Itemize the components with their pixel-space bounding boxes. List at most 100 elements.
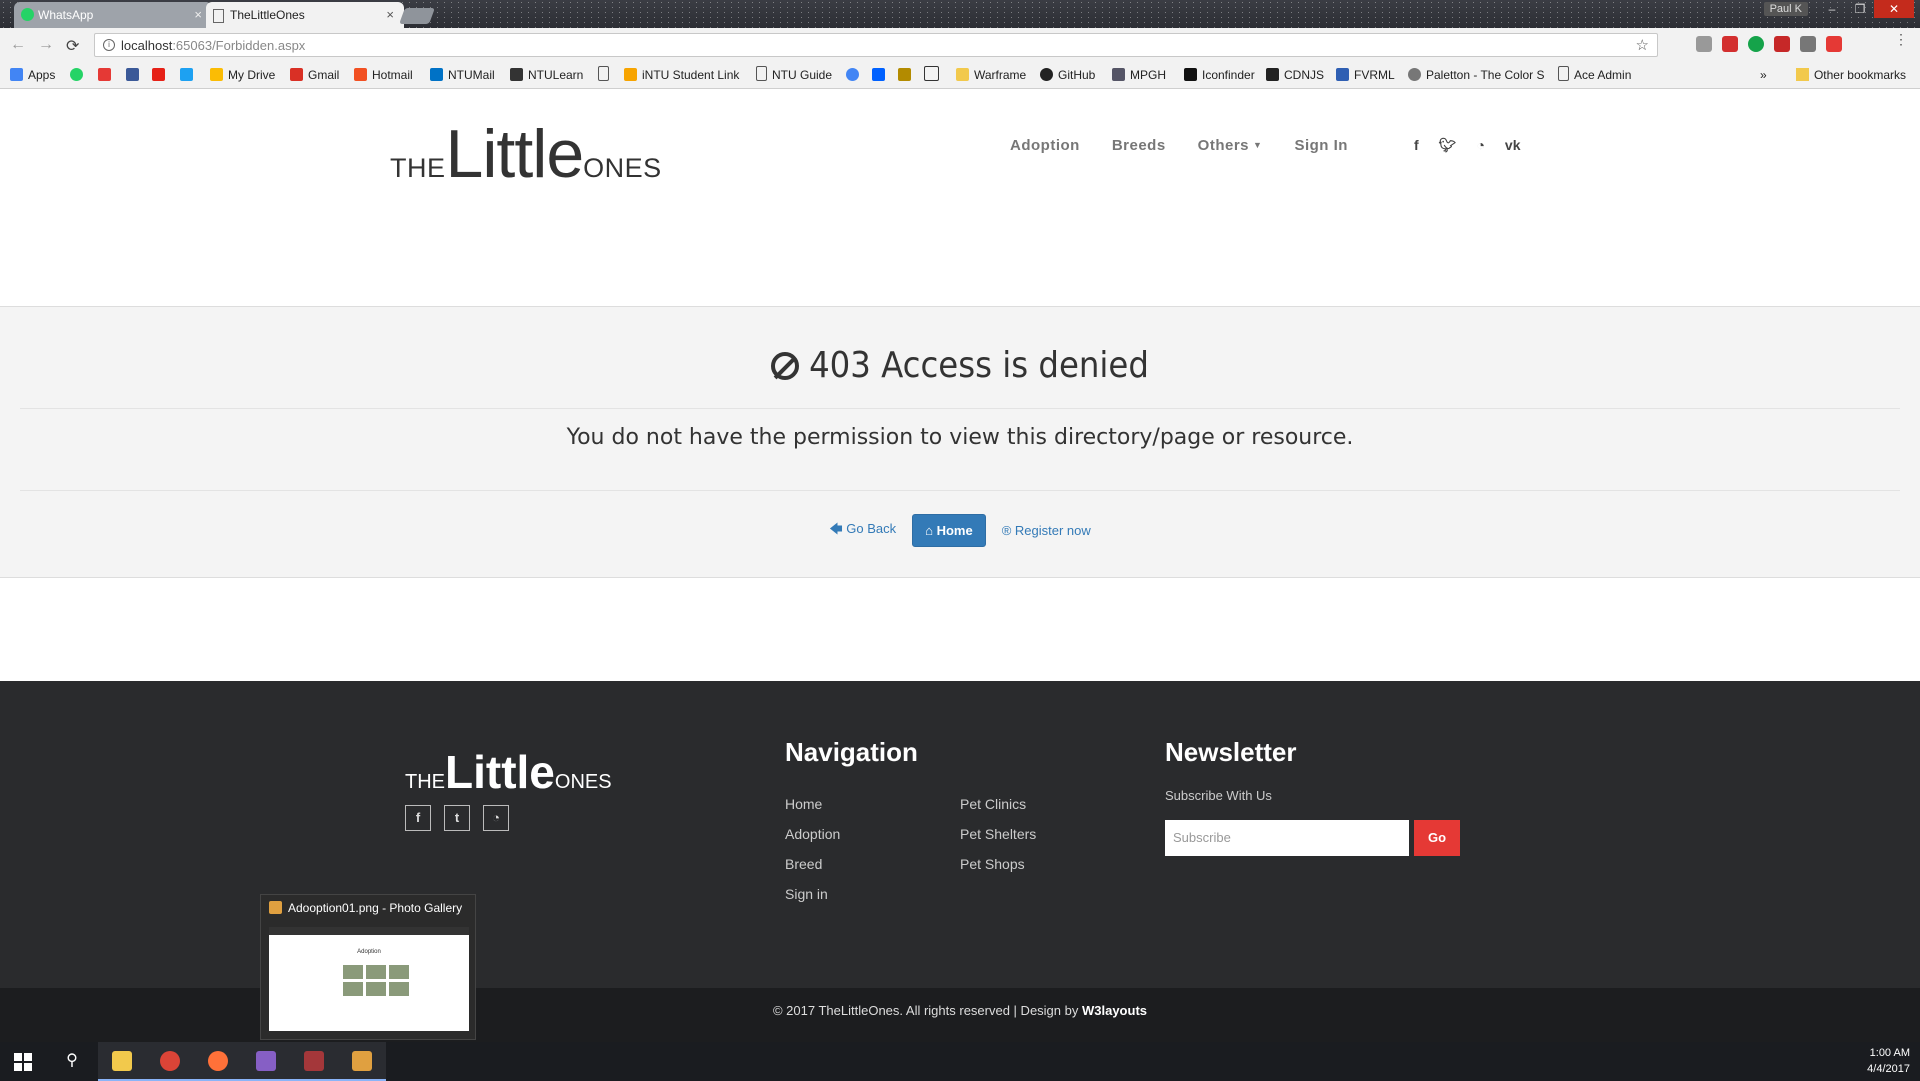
nav-breeds[interactable]: Breeds [1112, 137, 1166, 154]
caret-down-icon: ▼ [1253, 140, 1263, 150]
info-icon[interactable]: i [103, 39, 115, 51]
twitter-icon [180, 68, 193, 81]
footer-link-adoption[interactable]: Adoption [785, 826, 840, 856]
close-window-icon[interactable]: ✕ [1874, 0, 1914, 18]
close-icon[interactable]: × [194, 2, 202, 28]
footer-social-links: f t ◔ [405, 805, 509, 831]
bookmarks-overflow-button[interactable]: » [1760, 66, 1767, 84]
bookmark-monitor[interactable] [924, 66, 944, 84]
subscribe-input[interactable]: Subscribe [1165, 820, 1409, 856]
bookmark-hotmail[interactable]: Hotmail [354, 66, 413, 84]
taskbar-file-explorer[interactable] [98, 1042, 146, 1081]
bookmark-iconfinder[interactable]: Iconfinder [1184, 66, 1255, 84]
footer-logo[interactable]: THELittleONES [405, 745, 612, 799]
close-icon[interactable]: × [386, 2, 394, 28]
tab-whatsapp[interactable]: WhatsApp × [14, 2, 212, 28]
system-clock[interactable]: 1:00 AM 4/4/2017 [1867, 1045, 1910, 1077]
vk-icon[interactable]: vk [1505, 137, 1521, 154]
footer-link-sign-in[interactable]: Sign in [785, 886, 840, 916]
forward-icon[interactable]: → [38, 36, 54, 54]
taskbar-chrome[interactable] [146, 1042, 194, 1081]
bookmark-star-icon[interactable]: ☆ [1636, 34, 1649, 58]
bookmark-warframe[interactable]: Warframe [956, 66, 1026, 84]
adblock-icon[interactable] [1774, 36, 1790, 52]
bookmark-ntulearn[interactable]: NTULearn [510, 66, 583, 84]
bookmark-whatsapp[interactable] [70, 66, 88, 84]
windows-logo-icon [14, 1053, 32, 1071]
bookmark-apps[interactable]: Apps [10, 66, 55, 84]
footer-link-breed[interactable]: Breed [785, 856, 840, 886]
nav-sign-in[interactable]: Sign In [1294, 137, 1348, 154]
grammarly-icon[interactable] [1748, 36, 1764, 52]
facebook-icon[interactable]: f [1414, 137, 1419, 154]
extension-icon[interactable] [1826, 36, 1842, 52]
twitter-icon[interactable]: 🐦︎ [1439, 137, 1457, 154]
bookmark-ntu-guide[interactable]: NTU Guide [756, 66, 832, 84]
bookmark-fvrml[interactable]: FVRML [1336, 66, 1395, 84]
search-icon: ⚲ [66, 1052, 78, 1069]
bookmark-paletton[interactable]: Paletton - The Color S [1408, 66, 1545, 84]
go-back-link[interactable]: 🡄 Go Back [829, 520, 896, 542]
search-button[interactable]: ⚲ [48, 1042, 96, 1081]
back-icon[interactable]: ← [10, 36, 26, 54]
drive-extension-icon[interactable] [1696, 36, 1712, 52]
footer-link-pet-clinics[interactable]: Pet Clinics [960, 796, 1036, 826]
facebook-icon[interactable]: f [405, 805, 431, 831]
bookmarks-bar: Apps My Drive Gmail Hotmail NTUMail NTUL… [0, 62, 1920, 89]
home-button[interactable]: ⌂ Home [912, 514, 986, 547]
firefox-icon [208, 1051, 228, 1071]
rss-icon[interactable]: ◔ [1476, 137, 1484, 154]
preview-browser-bar [269, 927, 469, 935]
new-tab-button[interactable] [399, 8, 435, 24]
bookmark-dropbox[interactable] [872, 66, 890, 84]
bookmark-icon-link[interactable] [98, 66, 116, 84]
register-link[interactable]: ® Register now [1002, 523, 1091, 538]
bookmark-twitter[interactable] [180, 66, 198, 84]
nav-adoption[interactable]: Adoption [1010, 137, 1080, 154]
taskbar-firefox[interactable] [194, 1042, 242, 1081]
bookmark-cdnjs[interactable]: CDNJS [1266, 66, 1324, 84]
chrome-menu-icon[interactable]: ⋮ [1894, 32, 1908, 46]
extension-icon[interactable] [1722, 36, 1738, 52]
shield-icon [898, 68, 911, 81]
tab-title: WhatsApp [38, 8, 94, 22]
profile-button[interactable]: Paul K [1763, 2, 1808, 16]
tab-thelittleones[interactable]: TheLittleOnes × [206, 2, 404, 28]
taskbar-access[interactable] [290, 1042, 338, 1081]
gmail-icon [290, 68, 303, 81]
reload-icon[interactable]: ⟳ [66, 36, 79, 56]
footer-link-pet-shops[interactable]: Pet Shops [960, 856, 1036, 886]
site-logo[interactable]: THELittleONES [390, 115, 662, 193]
bookmark-youtube[interactable] [152, 66, 170, 84]
bookmark-page[interactable] [598, 66, 614, 84]
taskbar-thumbnail-preview[interactable]: Adooption01.png - Photo Gallery Adoption [260, 894, 476, 1040]
twitter-icon[interactable]: t [444, 805, 470, 831]
bookmark-google[interactable] [846, 66, 864, 84]
start-button[interactable] [0, 1042, 48, 1081]
footer-link-pet-shelters[interactable]: Pet Shelters [960, 826, 1036, 856]
rss-icon[interactable]: ◔ [483, 805, 509, 831]
bookmark-shield[interactable] [898, 66, 916, 84]
folder-icon [112, 1051, 132, 1071]
taskbar-visual-studio[interactable] [242, 1042, 290, 1081]
bookmark-gmail[interactable]: Gmail [290, 66, 339, 84]
bookmark-facebook[interactable] [126, 66, 144, 84]
bookmark-intu[interactable]: iNTU Student Link [624, 66, 739, 84]
arrow-left-icon: 🡄 [829, 520, 847, 536]
subscribe-go-button[interactable]: Go [1414, 820, 1460, 856]
bookmark-ntumail[interactable]: NTUMail [430, 66, 495, 84]
bookmark-ace-admin[interactable]: Ace Admin [1558, 66, 1631, 84]
address-bar[interactable]: i localhost:65063/Forbidden.aspx ☆ [94, 33, 1658, 57]
designer-link[interactable]: W3layouts [1082, 1003, 1147, 1018]
taskbar-photo-gallery[interactable] [338, 1042, 386, 1081]
bookmark-my-drive[interactable]: My Drive [210, 66, 275, 84]
bookmark-github[interactable]: GitHub [1040, 66, 1095, 84]
minimize-icon[interactable]: – [1818, 0, 1846, 18]
maximize-icon[interactable]: ❐ [1846, 0, 1874, 18]
bookmark-mpgh[interactable]: MPGH [1112, 66, 1166, 84]
colorpicker-icon[interactable] [1800, 36, 1816, 52]
outlook-icon [430, 68, 443, 81]
other-bookmarks[interactable]: Other bookmarks [1795, 66, 1906, 84]
footer-link-home[interactable]: Home [785, 796, 840, 826]
nav-others[interactable]: Others ▼ [1198, 137, 1263, 154]
